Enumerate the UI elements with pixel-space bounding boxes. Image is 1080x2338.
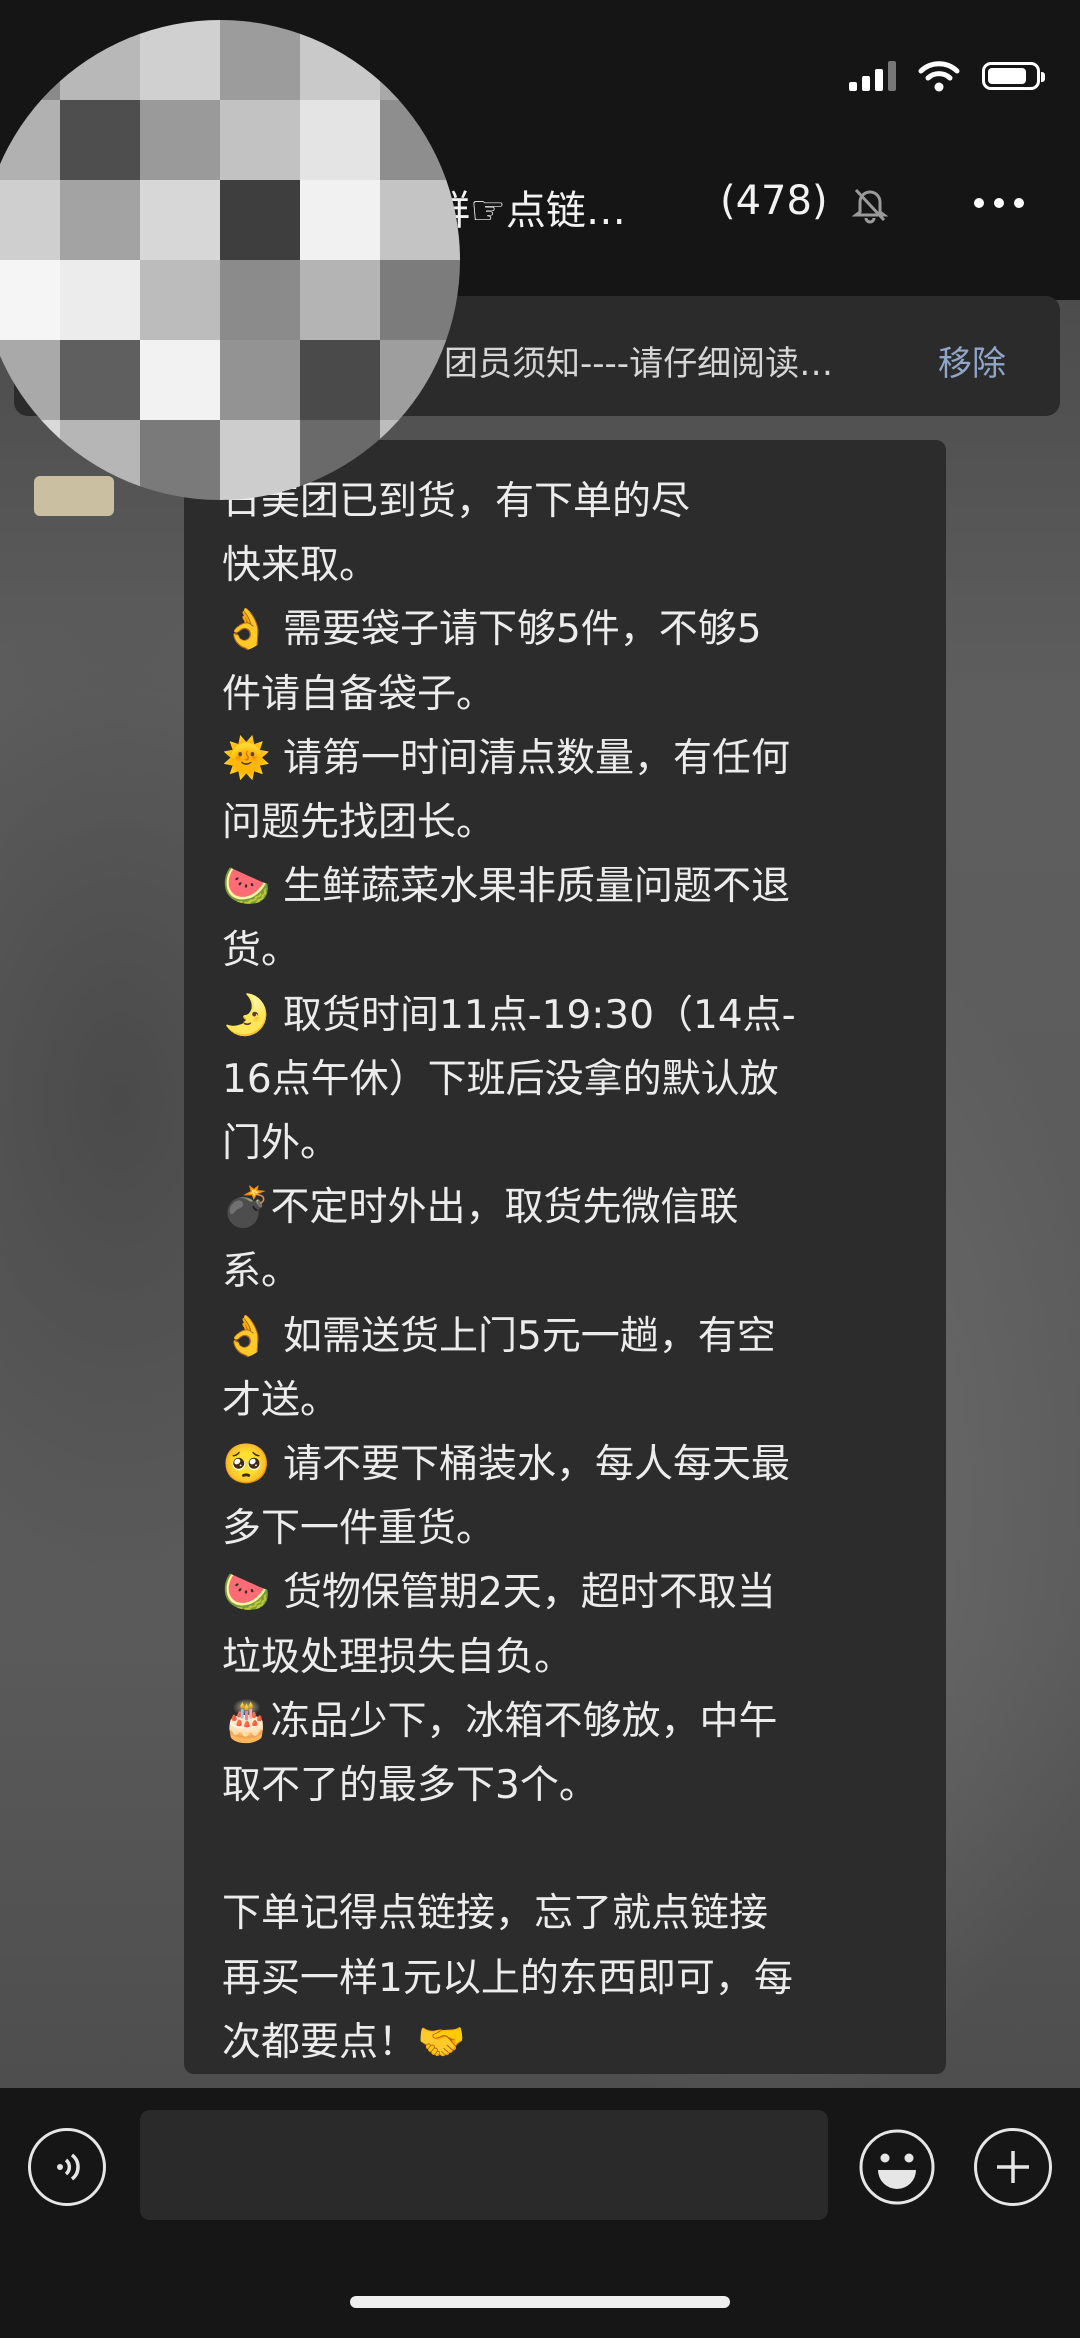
plus-icon[interactable] (974, 2128, 1052, 2206)
chat-title[interactable]: 群☞点链… (430, 178, 626, 236)
more-dots-icon[interactable] (974, 198, 1024, 208)
message-input[interactable] (140, 2110, 828, 2220)
voice-input-icon[interactable] (28, 2128, 106, 2206)
home-indicator (350, 2296, 730, 2308)
sender-thumbnail[interactable] (34, 476, 114, 516)
pinned-text: 团员须知----请仔细阅读… (444, 344, 834, 384)
member-count: (478) (720, 178, 828, 224)
avatar[interactable] (0, 20, 460, 500)
cellular-signal-icon (849, 61, 896, 91)
bell-slash-icon (852, 188, 888, 224)
battery-icon (982, 62, 1045, 90)
status-bar (849, 48, 1045, 104)
message-bubble[interactable]: 日美团已到货，有下单的尽 快来取。 👌 需要袋子请下够5件，不够5 件请自备袋子… (184, 440, 946, 2074)
emoji-icon[interactable] (858, 2128, 936, 2206)
remove-pin-button[interactable]: 移除 (938, 336, 1006, 385)
message-text: 日美团已到货，有下单的尽 快来取。 👌 需要袋子请下够5件，不够5 件请自备袋子… (222, 479, 796, 2065)
wifi-icon (918, 61, 960, 92)
